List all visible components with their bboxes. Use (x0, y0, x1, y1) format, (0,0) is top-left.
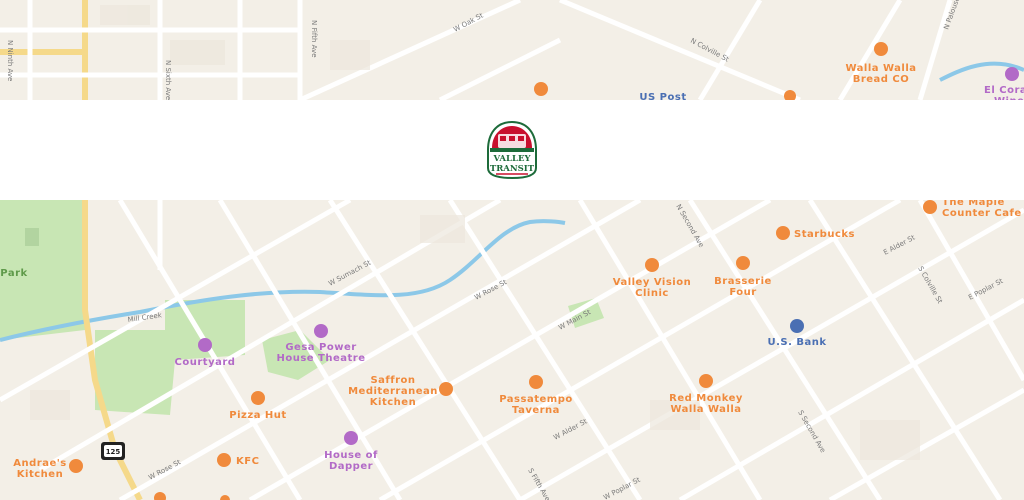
svg-text:Walla WallaBread CO: Walla Walla Bread CO (845, 63, 916, 85)
pizza-icon (251, 391, 265, 405)
poi-starbucks[interactable]: Starbucks (776, 226, 855, 240)
svg-text:Pizza Hut: Pizza Hut (229, 410, 286, 421)
clinic-icon (645, 258, 659, 272)
wine-icon (1005, 67, 1019, 81)
svg-text:Red MonkeyWalla Walla: Red Monkey Walla Walla (669, 393, 743, 415)
restaurant-icon (439, 382, 453, 396)
coffee-icon (776, 226, 790, 240)
street-label: N Ninth Ave (6, 40, 14, 81)
svg-text:KFC: KFC (236, 456, 259, 467)
svg-text:U.S. Bank: U.S. Bank (767, 337, 826, 348)
restaurant-icon (736, 256, 750, 270)
bank-icon (790, 319, 804, 333)
restaurant-icon (699, 374, 713, 388)
street-label: N Sixth Ave (164, 60, 172, 100)
restaurant-icon (217, 453, 231, 467)
bed-icon (198, 338, 212, 352)
restaurant-icon[interactable] (534, 82, 548, 96)
svg-text:Gesa PowerHouse Theatre: Gesa Power House Theatre (276, 342, 365, 364)
bakery-icon (874, 42, 888, 56)
svg-text:House ofDapper: House of Dapper (324, 450, 378, 472)
svg-text:VALLEY: VALLEY (492, 154, 531, 164)
svg-text:125: 125 (106, 448, 121, 456)
svg-text:Starbucks: Starbucks (794, 229, 855, 240)
restaurant-icon (923, 200, 937, 214)
street-label: N Fifth Ave (310, 20, 318, 58)
poi-kfc[interactable]: KFC (217, 453, 259, 467)
svg-text:TRANSIT: TRANSIT (490, 164, 535, 174)
svg-text:Courtyard: Courtyard (175, 357, 236, 368)
svg-text:Andrae'sKitchen: Andrae's Kitchen (13, 458, 67, 480)
theatre-icon (314, 324, 328, 338)
highway-shield: 125 (101, 442, 125, 460)
restaurant-icon (69, 459, 83, 473)
valley-transit-logo[interactable]: VALLEY TRANSIT (484, 120, 540, 180)
park-label: Park (0, 268, 27, 279)
shopping-icon (344, 431, 358, 445)
restaurant-icon (529, 375, 543, 389)
map-canvas[interactable]: W Oak St N Colville St N Palouse St W Su… (0, 0, 1024, 500)
